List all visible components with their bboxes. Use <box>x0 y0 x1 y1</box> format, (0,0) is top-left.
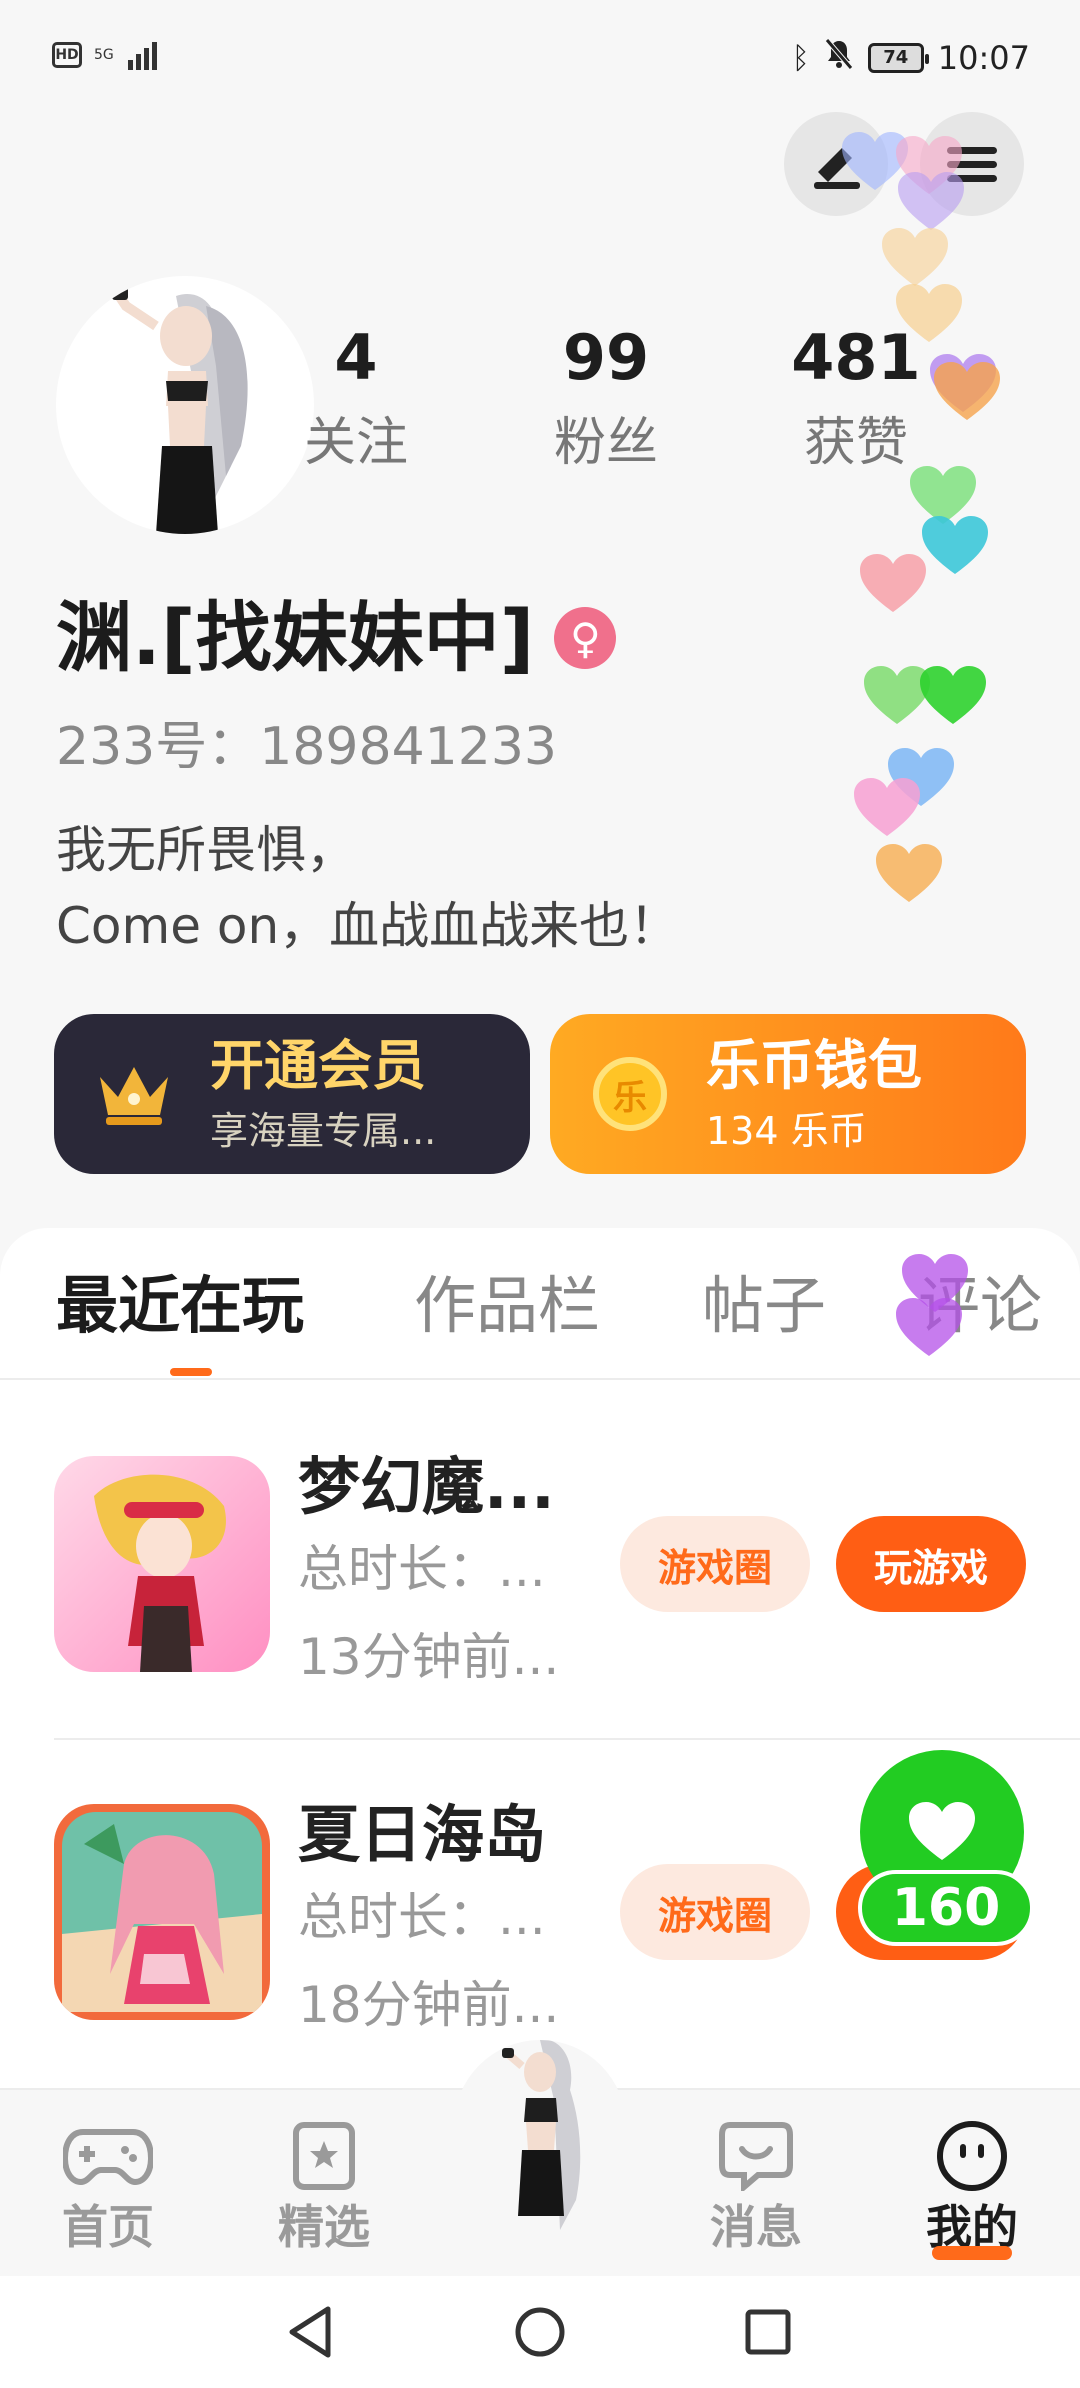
nav-item-home[interactable]: 首页 <box>38 2116 178 2258</box>
active-nav-indicator <box>932 2246 1012 2260</box>
heart-icon <box>854 778 920 836</box>
battery-icon: 74 <box>867 43 929 73</box>
gamepad-icon <box>38 2116 178 2196</box>
heart-icon <box>920 666 986 724</box>
status-right: ᛒ 74 10:07 <box>792 38 1030 78</box>
nav-label: 消息 <box>710 2200 802 2254</box>
name-row: 渊.[找妹妹中] ♀ <box>56 590 617 686</box>
heart-icon <box>896 1298 962 1356</box>
center-avatar-button[interactable] <box>454 2040 626 2240</box>
following-count: 4 <box>334 321 378 394</box>
clock: 10:07 <box>937 39 1030 77</box>
stat-fans[interactable]: 99 粉丝 <box>516 318 696 478</box>
game-total-duration: 总时长：... <box>298 1540 546 1598</box>
game-circle-button[interactable]: 游戏圈 <box>620 1864 810 1960</box>
heart-icon <box>882 228 948 286</box>
tab-recently-played[interactable]: 最近在玩 <box>56 1264 304 1348</box>
signal-icon <box>127 40 157 70</box>
heart-icon <box>876 844 942 902</box>
following-label: 关注 <box>303 413 408 473</box>
divider <box>54 1738 1080 1740</box>
vip-card-subtitle: 享海量专属... <box>210 1109 437 1153</box>
back-button[interactable] <box>280 2302 340 2362</box>
nav-item-mine[interactable]: 我的 <box>902 2116 1042 2258</box>
heart-icon <box>934 362 1000 420</box>
avatar-character-image <box>502 2040 581 2230</box>
like-widget[interactable]: 160 <box>858 1750 1034 1946</box>
heart-icon <box>909 1802 975 1860</box>
user-id: 233号：189841233 <box>56 717 558 777</box>
bio-line: 我无所畏惧， <box>56 821 356 879</box>
coin-icon: 乐 <box>590 1054 670 1134</box>
bio: 我无所畏惧， Come on，血战血战来也！ <box>56 812 679 964</box>
tab-posts[interactable]: 帖子 <box>702 1264 826 1348</box>
tab-works[interactable]: 作品栏 <box>414 1264 600 1348</box>
wallet-card-title: 乐币钱包 <box>706 1034 922 1097</box>
status-left: HD 5G <box>52 40 157 70</box>
vip-card-title: 开通会员 <box>210 1034 426 1097</box>
system-nav-bar <box>0 2276 1080 2388</box>
network-label: 5G <box>94 47 114 63</box>
chat-icon <box>686 2116 826 2196</box>
recent-square-icon <box>745 2309 791 2355</box>
bell-muted-icon <box>824 38 854 78</box>
crown-icon <box>94 1054 174 1134</box>
female-gender-icon: ♀ <box>554 607 617 669</box>
game-last-played: 13分钟前... <box>298 1628 560 1686</box>
back-triangle-icon <box>289 2306 331 2358</box>
star-icon <box>254 2116 394 2196</box>
smiley-icon <box>902 2116 1042 2196</box>
active-tab-indicator <box>170 1368 212 1376</box>
hd-icon: HD <box>52 42 82 68</box>
like-count: 160 <box>858 1870 1034 1946</box>
vip-membership-card[interactable]: 开通会员 享海量专属... <box>54 1014 530 1174</box>
bluetooth-icon: ᛒ <box>791 40 810 76</box>
nav-item-messages[interactable]: 消息 <box>686 2116 826 2258</box>
wallet-balance: 134 乐币 <box>706 1109 867 1153</box>
play-game-button[interactable]: 玩游戏 <box>836 1516 1026 1612</box>
list-item[interactable]: 梦幻魔... 总时长：... 13分钟前... 游戏圈 玩游戏 <box>0 1450 1080 1686</box>
heart-icon <box>898 172 964 230</box>
game-name: 梦幻魔... <box>298 1450 555 1523</box>
game-last-played: 18分钟前... <box>298 1976 560 2034</box>
heart-icon <box>922 516 988 574</box>
game-icon-image <box>54 1804 270 2020</box>
fans-count: 99 <box>562 321 650 394</box>
home-circle-icon <box>515 2307 565 2357</box>
fans-label: 粉丝 <box>553 413 658 473</box>
bio-line: Come on，血战血战来也！ <box>56 897 680 955</box>
game-total-duration: 总时长：... <box>298 1888 546 1946</box>
home-button[interactable] <box>510 2302 570 2362</box>
stat-following[interactable]: 4 关注 <box>266 318 446 478</box>
heart-icon <box>860 554 926 612</box>
coin-label: 乐 <box>593 1057 667 1131</box>
heart-icon <box>896 284 962 342</box>
game-circle-button[interactable]: 游戏圈 <box>620 1516 810 1612</box>
recent-apps-button[interactable] <box>738 2302 798 2362</box>
status-bar: HD 5G ᛒ 74 10:07 <box>0 0 1080 118</box>
username: 渊.[找妹妹中] <box>56 593 535 682</box>
game-icon-image <box>54 1456 270 1672</box>
nav-label: 精选 <box>278 2200 370 2254</box>
game-name: 夏日海岛 <box>298 1798 547 1871</box>
nav-label: 首页 <box>62 2200 154 2254</box>
wallet-card[interactable]: 乐 乐币钱包 134 乐币 <box>550 1014 1026 1174</box>
nav-item-featured[interactable]: 精选 <box>254 2116 394 2258</box>
